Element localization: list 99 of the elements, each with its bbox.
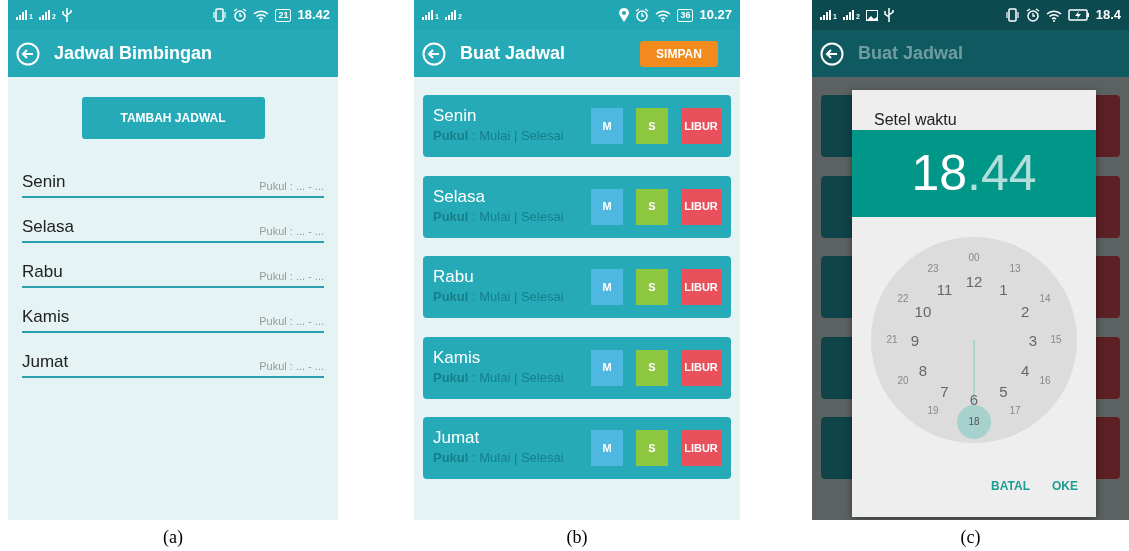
afternoon-button[interactable]: S: [636, 188, 668, 225]
day-name: Senin: [22, 170, 66, 193]
signal-icon: [444, 10, 457, 20]
hour-number[interactable]: 13: [1009, 264, 1021, 274]
signal-icon: [16, 10, 28, 20]
hour-number[interactable]: 7: [940, 383, 949, 399]
day-name: Jumat: [433, 428, 481, 449]
save-button[interactable]: SIMPAN: [640, 40, 718, 67]
hour-number[interactable]: 2: [1020, 303, 1030, 318]
morning-button[interactable]: M: [591, 430, 623, 466]
afternoon-button[interactable]: S: [636, 108, 668, 144]
morning-button[interactable]: M: [591, 108, 623, 144]
time-range: Pukul : ... - ...: [259, 223, 324, 239]
hour-number[interactable]: 15: [1050, 335, 1062, 345]
day-row[interactable]: Selasa Pukul : ... - ...: [22, 198, 324, 243]
day-row[interactable]: Jumat Pukul : ... - ...: [22, 333, 324, 378]
hour-number[interactable]: 6: [969, 391, 979, 407]
day-name: Selasa: [433, 186, 486, 207]
ok-button[interactable]: OKE: [1048, 475, 1082, 497]
time-range: Pukul : ... - ...: [259, 358, 324, 374]
usb-icon: [883, 8, 894, 22]
cancel-button[interactable]: BATAL: [987, 475, 1034, 497]
day-name: Rabu: [22, 260, 63, 283]
wifi-icon: [655, 8, 672, 22]
hour-number[interactable]: 12: [965, 273, 983, 289]
time-range: Pukul : ... - ...: [259, 268, 324, 284]
day-row[interactable]: Kamis Pukul : ... - ...: [22, 288, 324, 333]
afternoon-button[interactable]: S: [636, 430, 668, 466]
figure-caption: (b): [566, 526, 588, 549]
day-off-button[interactable]: LIBUR: [681, 188, 721, 225]
day-name: Senin: [433, 106, 478, 127]
dialog-title: Setel waktu: [873, 110, 958, 130]
alarm-icon: [233, 8, 248, 22]
day-off-button[interactable]: LIBUR: [681, 269, 721, 305]
alarm-icon: [1025, 8, 1040, 22]
afternoon-button[interactable]: S: [636, 269, 668, 305]
hour-number[interactable]: 5: [999, 383, 1008, 399]
morning-button[interactable]: M: [591, 349, 623, 386]
hour-number[interactable]: 1: [999, 281, 1008, 297]
hour-number[interactable]: 20: [897, 376, 909, 386]
afternoon-button[interactable]: S: [636, 349, 668, 386]
signal-icon: [842, 10, 855, 20]
screen-title: Jadwal Bimbingan: [54, 42, 213, 65]
hour-number[interactable]: 18: [968, 417, 980, 427]
figure-caption: (c): [960, 526, 981, 549]
screen-title: Buat Jadwal: [858, 42, 964, 65]
day-off-button[interactable]: LIBUR: [681, 430, 721, 466]
hour-number[interactable]: 9: [910, 332, 920, 348]
morning-button[interactable]: M: [591, 269, 623, 305]
signal-icon: [820, 10, 832, 20]
signal-icon: [38, 10, 51, 20]
hour-number[interactable]: 14: [1039, 294, 1051, 304]
day-name: Jumat: [22, 350, 69, 373]
clock-time: 18.4: [1095, 6, 1121, 25]
alarm-icon: [635, 8, 650, 22]
wifi-icon: [1045, 8, 1062, 22]
day-off-button[interactable]: LIBUR: [681, 349, 721, 386]
day-name: Selasa: [22, 215, 74, 238]
day-row[interactable]: Senin Pukul : ... - ...: [22, 153, 324, 198]
hour-number[interactable]: 11: [936, 281, 953, 297]
hour-number[interactable]: 21: [886, 335, 898, 345]
battery-level: 36: [677, 8, 694, 22]
battery-icon: [1067, 9, 1090, 21]
vibrate-icon: [213, 8, 228, 22]
clock-hand: [973, 340, 975, 405]
day-name: Kamis: [22, 305, 70, 328]
day-off-button[interactable]: LIBUR: [681, 108, 721, 144]
screen-title: Buat Jadwal: [460, 42, 566, 65]
usb-icon: [61, 8, 72, 22]
location-pin-icon: [619, 8, 630, 22]
hour-number[interactable]: 8: [918, 362, 928, 377]
hour-number[interactable]: 10: [914, 303, 932, 318]
selection-circle: [957, 405, 991, 439]
clock-time: 18.42: [297, 6, 330, 25]
hour-value[interactable]: 18: [911, 136, 968, 211]
time-range: Pukul : ... - ...: [259, 313, 324, 329]
vibrate-icon: [1005, 8, 1020, 22]
image-icon: [865, 9, 878, 21]
hour-number[interactable]: 16: [1039, 376, 1051, 386]
figure-caption: (a): [163, 526, 183, 549]
wifi-icon: [253, 8, 270, 22]
time-range: Pukul : ... - ...: [259, 178, 324, 194]
hour-number[interactable]: 00: [968, 253, 980, 263]
hour-number[interactable]: 19: [927, 406, 939, 416]
hour-number[interactable]: 23: [927, 264, 939, 274]
add-schedule-button[interactable]: TAMBAH JADWAL: [81, 97, 265, 139]
hour-number[interactable]: 22: [897, 294, 909, 304]
hour-number[interactable]: 4: [1020, 362, 1030, 377]
day-name: Kamis: [433, 347, 482, 368]
hour-number[interactable]: 17: [1009, 406, 1021, 416]
day-name: Rabu: [433, 267, 475, 288]
hour-number[interactable]: 3: [1028, 332, 1038, 348]
battery-level: 21: [275, 8, 292, 22]
clock-time: 10.27: [699, 6, 732, 25]
morning-button[interactable]: M: [591, 188, 623, 225]
minute-value[interactable]: 44: [980, 136, 1037, 211]
day-row[interactable]: Rabu Pukul : ... - ...: [22, 243, 324, 288]
signal-icon: [422, 10, 434, 20]
time-separator: .: [967, 144, 981, 203]
